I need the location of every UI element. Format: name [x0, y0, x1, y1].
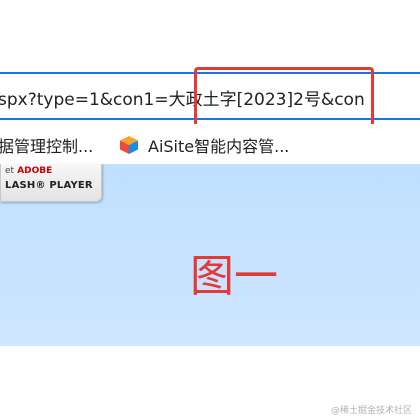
address-bar[interactable]: spx?type=1&con1=大政土字[2023]2号&con	[0, 72, 420, 120]
flash-banner-line2: LASH® PLAYER	[5, 180, 93, 191]
bookmark-aisite[interactable]: AiSite智能内容管...	[118, 133, 289, 157]
bookmarks-bar: 据管理控制... AiSite智能内容管...	[0, 124, 420, 164]
flash-banner-line1: et ADOBE	[5, 166, 53, 176]
watermark: @稀土掘金技术社区	[330, 406, 412, 416]
colorful-cube-icon	[120, 136, 138, 154]
bookmark-label: 据管理控制...	[0, 137, 94, 156]
bookmark-label: AiSite智能内容管...	[148, 137, 290, 156]
figure-label: 图一	[190, 251, 278, 302]
bookmark-data-admin[interactable]: 据管理控制...	[0, 133, 93, 157]
url-text[interactable]: spx?type=1&con1=大政土字[2023]2号&con	[0, 85, 365, 110]
flash-player-banner[interactable]: et ADOBE LASH® PLAYER	[0, 164, 102, 202]
